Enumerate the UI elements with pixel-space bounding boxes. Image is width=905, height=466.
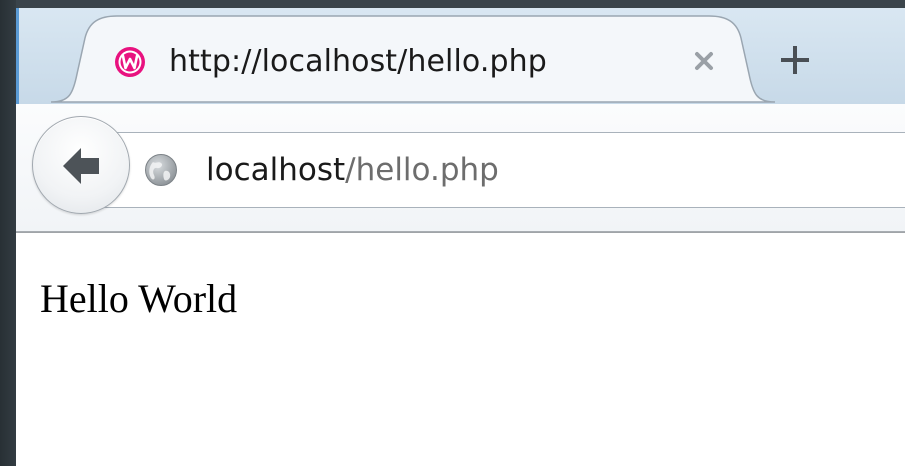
page-body-text: Hello World — [40, 276, 238, 321]
page-content: Hello World — [16, 232, 905, 466]
address-text[interactable]: localhost/hello.php — [206, 152, 499, 188]
back-button[interactable] — [32, 116, 130, 214]
globe-icon — [145, 154, 177, 186]
url-host: localhost — [206, 152, 346, 188]
browser-window: http://localhost/hello.php localhost/hel… — [16, 8, 905, 466]
plus-icon[interactable] — [779, 44, 811, 76]
back-arrow-icon — [63, 148, 99, 184]
url-path: /hello.php — [345, 152, 499, 188]
tab-hello-php[interactable]: http://localhost/hello.php — [51, 14, 775, 108]
tab-title: http://localhost/hello.php — [169, 44, 547, 79]
wampserver-icon — [115, 47, 145, 77]
navigation-toolbar: localhost/hello.php — [16, 104, 905, 232]
close-icon[interactable] — [689, 46, 719, 76]
window-left-edge — [0, 0, 16, 466]
tab-strip: http://localhost/hello.php — [16, 8, 905, 104]
